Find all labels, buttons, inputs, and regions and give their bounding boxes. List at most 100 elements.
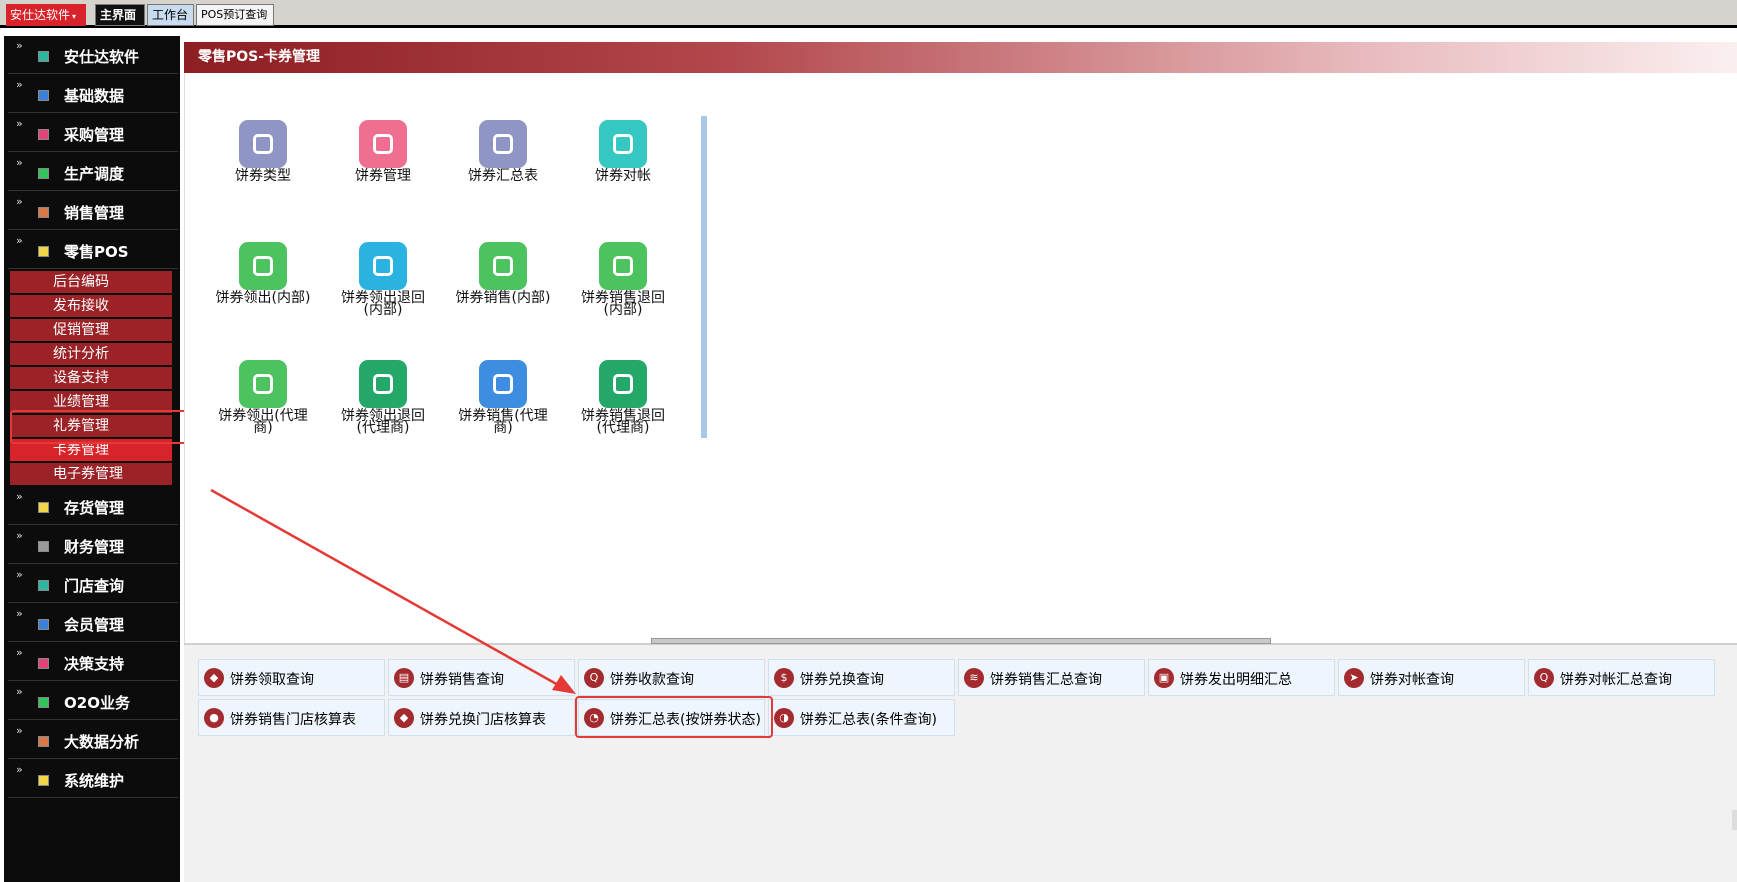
sidebar-module[interactable]: » 系统维护 [8, 761, 178, 798]
function-tile-label: 饼券销售退回(内部) [581, 290, 665, 318]
sidebar-module[interactable]: » 大数据分析 [8, 722, 178, 759]
flash-folder-icon [239, 360, 287, 408]
sidebar-module[interactable]: » 销售管理 [8, 193, 178, 230]
sidebar-module-label: O2O业务 [64, 694, 130, 712]
caret-down-icon: ▾ [72, 12, 77, 21]
query-button[interactable]: ▤ 饼券销售查询 [388, 659, 575, 696]
function-tile[interactable]: 饼券管理 [333, 120, 433, 183]
sidebar-module[interactable]: » 安仕达软件 [8, 37, 178, 74]
chevron-right-icon: » [16, 763, 23, 776]
dollar-icon: $ [774, 668, 794, 688]
page-title: 零售POS-卡券管理 [184, 42, 1737, 73]
return-icon [479, 242, 527, 290]
top-bar: 安仕达软件 ▾ 主界面 工作台 POS预订查询 [0, 0, 1737, 28]
sidebar-module[interactable]: » 财务管理 [8, 527, 178, 564]
icon-glyph [253, 134, 273, 154]
query-button[interactable]: ▣ 饼券发出明细汇总 [1148, 659, 1335, 696]
hand-icon [359, 242, 407, 290]
module-icon [38, 658, 49, 669]
function-tile[interactable]: 饼券销售退回(内部) [573, 242, 673, 318]
function-tile[interactable]: 饼券领出(内部) [213, 242, 313, 306]
module-icon [38, 541, 49, 552]
sidebar-subitem[interactable]: 发布接收 [10, 295, 172, 317]
brand-menu[interactable]: 安仕达软件 ▾ [6, 4, 86, 26]
chevron-down-icon: » [16, 234, 23, 247]
sidebar-module-label: 决策支持 [64, 655, 125, 673]
function-tile[interactable]: 饼券销售(内部) [453, 242, 553, 305]
tab-main[interactable]: 主界面 [95, 4, 145, 26]
module-icon [38, 502, 49, 513]
sidebar-module[interactable]: » 门店查询 [8, 566, 178, 603]
sidebar-subitem[interactable]: 电子券管理 [10, 463, 172, 485]
sidebar-menu: » 安仕达软件 » 基础数据 » 采购管理 » 生产调度 » 销售管理 » 零售POS 后台编码 发布接收… [4, 36, 180, 882]
icon-glyph [493, 374, 513, 394]
sidebar-subitem[interactable]: 统计分析 [10, 343, 172, 365]
sidebar-subitem[interactable]: 后台编码 [10, 271, 172, 293]
sidebar-module-label: 存货管理 [64, 499, 125, 517]
grid-icon [239, 120, 287, 168]
query-button[interactable]: Q 饼券对帐汇总查询 [1528, 659, 1715, 696]
function-tile[interactable]: 饼券领出退回(代理商) [333, 360, 433, 435]
panel-splitter-handle[interactable] [651, 638, 1271, 644]
function-tile-label: 饼券销售(代理商) [458, 408, 548, 436]
function-tile[interactable]: 饼券领出退回(内部) [333, 242, 433, 317]
icon-glyph [613, 256, 633, 276]
icon-glyph [493, 256, 513, 276]
query-button-label: 饼券对帐汇总查询 [1560, 672, 1672, 688]
tag-icon: ◆ [204, 668, 224, 688]
sidebar-module-label: 门店查询 [64, 577, 125, 595]
query-button[interactable]: ◑ 饼券汇总表(条件查询) [768, 699, 955, 736]
sidebar-module-label: 基础数据 [64, 87, 125, 105]
sidebar-module[interactable]: » 零售POS [8, 232, 178, 269]
function-tile[interactable]: 饼券销售退回(代理商) [573, 360, 673, 435]
query-button[interactable]: ➤ 饼券对帐查询 [1338, 659, 1525, 696]
house-icon [359, 360, 407, 408]
chevron-right-icon: » [16, 685, 23, 698]
tag-icon [359, 120, 407, 168]
function-tile[interactable]: 饼券汇总表 [453, 120, 553, 183]
sidebar-module[interactable]: » 基础数据 [8, 76, 178, 113]
tab-workbench[interactable]: 工作台 [147, 4, 194, 26]
pin-icon [599, 120, 647, 168]
module-icon [38, 168, 49, 179]
function-tile-label: 饼券对帐 [595, 168, 651, 184]
scrollbar-stub[interactable] [1732, 810, 1737, 830]
sidebar-subitem[interactable]: 设备支持 [10, 367, 172, 389]
chevron-right-icon: » [16, 78, 23, 91]
sidebar-module[interactable]: » 会员管理 [8, 605, 178, 642]
sidebar-module-label: 安仕达软件 [64, 48, 140, 66]
sidebar-module[interactable]: » 存货管理 [8, 488, 178, 525]
query-button[interactable]: ● 饼券销售门店核算表 [198, 699, 385, 736]
chevron-right-icon: » [16, 195, 23, 208]
search-icon: Q [1534, 668, 1554, 688]
query-button[interactable]: Q 饼券收款查询 [578, 659, 765, 696]
sidebar-module[interactable]: » 采购管理 [8, 115, 178, 152]
sidebar-module-label: 大数据分析 [64, 733, 140, 751]
function-tile[interactable]: 饼券类型 [213, 120, 313, 183]
chevron-right-icon: » [16, 529, 23, 542]
function-tile[interactable]: 饼券销售(代理商) [453, 360, 553, 436]
chevron-right-icon: » [16, 646, 23, 659]
query-button-label: 饼券收款查询 [610, 672, 694, 688]
sidebar-module-label: 系统维护 [64, 772, 125, 790]
sidebar-module[interactable]: » 生产调度 [8, 154, 178, 191]
query-button[interactable]: ≋ 饼券销售汇总查询 [958, 659, 1145, 696]
sidebar-subitem[interactable]: 促销管理 [10, 319, 172, 341]
query-button-label: 饼券销售汇总查询 [990, 672, 1102, 688]
module-icon [38, 207, 49, 218]
send-icon: ➤ [1344, 668, 1364, 688]
query-button-label: 饼券汇总表(条件查询) [800, 712, 937, 728]
function-tile[interactable]: 饼券对帐 [573, 120, 673, 184]
function-tile[interactable]: 饼券领出(代理商) [213, 360, 313, 435]
query-button[interactable]: $ 饼券兑换查询 [768, 659, 955, 696]
sidebar-module[interactable]: » O2O业务 [8, 683, 178, 720]
query-button[interactable]: ◆ 饼券兑换门店核算表 [388, 699, 575, 736]
query-button[interactable]: ◆ 饼券领取查询 [198, 659, 385, 696]
sidebar-module[interactable]: » 决策支持 [8, 644, 178, 681]
tab-pos-booking[interactable]: POS预订查询 [196, 4, 274, 26]
query-button-label: 饼券销售门店核算表 [230, 712, 356, 728]
module-icon [38, 775, 49, 786]
function-tile-label: 饼券领出(内部) [215, 290, 311, 306]
sidebar-module-label: 财务管理 [64, 538, 125, 556]
layers-icon: ≋ [964, 668, 984, 688]
